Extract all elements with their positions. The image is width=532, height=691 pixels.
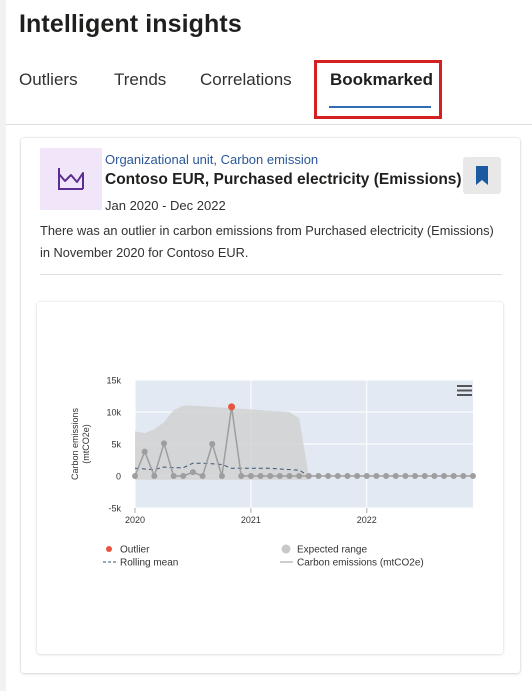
data-point[interactable] bbox=[286, 473, 293, 479]
data-point[interactable] bbox=[431, 473, 438, 479]
legend-outlier-marker bbox=[106, 546, 112, 552]
data-point[interactable] bbox=[363, 473, 370, 479]
data-point[interactable] bbox=[257, 473, 264, 479]
legend-outlier-label[interactable]: Outlier bbox=[120, 545, 150, 556]
tab-outliers[interactable]: Outliers bbox=[19, 70, 78, 90]
data-point[interactable] bbox=[141, 448, 148, 455]
data-point[interactable] bbox=[267, 473, 274, 479]
data-point[interactable] bbox=[450, 473, 457, 479]
card-title: Contoso EUR, Purchased electricity (Emis… bbox=[105, 171, 462, 188]
data-point[interactable] bbox=[132, 473, 138, 479]
data-point[interactable] bbox=[276, 473, 283, 479]
legend-expected-range-label[interactable]: Expected range bbox=[297, 545, 367, 556]
data-point[interactable] bbox=[189, 469, 196, 476]
data-point[interactable] bbox=[402, 473, 409, 479]
x-tick-label: 2022 bbox=[357, 515, 377, 525]
legend-expected-range-marker bbox=[281, 544, 291, 554]
data-point[interactable] bbox=[160, 440, 167, 447]
y-axis-label-line-2: (mtCO2e) bbox=[81, 424, 91, 464]
data-point[interactable] bbox=[334, 473, 341, 479]
data-point[interactable] bbox=[305, 473, 312, 479]
legend-emissions-label[interactable]: Carbon emissions (mtCO2e) bbox=[297, 558, 424, 569]
chart-container: 15k 10k 5k 0 -5k 2020 2021 2022 Carbon emissio… bbox=[37, 302, 503, 654]
data-point[interactable] bbox=[170, 473, 177, 479]
data-point[interactable] bbox=[460, 473, 467, 479]
y-tick-label: 15k bbox=[106, 376, 121, 386]
bookmark-filled-icon bbox=[476, 165, 488, 185]
data-point[interactable] bbox=[315, 473, 322, 479]
data-point[interactable] bbox=[383, 473, 390, 479]
x-tick-label: 2021 bbox=[241, 515, 261, 525]
outlier-point[interactable] bbox=[228, 403, 236, 411]
tab-bar: Outliers Trends Correlations Bookmarked bbox=[0, 58, 532, 120]
data-point[interactable] bbox=[412, 473, 419, 479]
y-axis-label: Carbon emissions(mtCO2e) bbox=[70, 407, 91, 480]
highlight-box bbox=[314, 60, 442, 119]
data-point[interactable] bbox=[421, 473, 428, 479]
data-point[interactable] bbox=[325, 473, 332, 479]
data-point[interactable] bbox=[470, 473, 476, 479]
data-point[interactable] bbox=[247, 473, 254, 479]
x-tick-label: 2020 bbox=[125, 515, 145, 525]
y-tick-label: 0 bbox=[116, 472, 121, 482]
data-point[interactable] bbox=[238, 473, 245, 479]
legend: Outlier Expected range Rolling mean Carb… bbox=[103, 544, 424, 569]
emissions-chart: 15k 10k 5k 0 -5k 2020 2021 2022 Carbon emissio… bbox=[70, 376, 476, 569]
data-point[interactable] bbox=[373, 473, 380, 479]
card-description: There was an outlier in carbon emissions… bbox=[40, 223, 494, 260]
y-tick-label: -5k bbox=[108, 504, 121, 514]
hamburger-menu-icon[interactable] bbox=[457, 385, 472, 396]
card-divider bbox=[40, 274, 502, 275]
tab-trends[interactable]: Trends bbox=[114, 70, 166, 90]
panel-title: Intelligent insights bbox=[19, 10, 242, 38]
insight-card: Organizational unit, Carbon emission Con… bbox=[21, 138, 520, 673]
legend-rolling-mean-label[interactable]: Rolling mean bbox=[120, 558, 178, 569]
bookmark-button[interactable] bbox=[463, 157, 501, 194]
data-point[interactable] bbox=[354, 473, 361, 479]
data-point[interactable] bbox=[180, 473, 187, 479]
data-point[interactable] bbox=[151, 473, 158, 479]
card-subtitle: Organizational unit, Carbon emission bbox=[105, 152, 319, 167]
data-point[interactable] bbox=[199, 473, 206, 479]
data-point[interactable] bbox=[218, 473, 225, 479]
y-tick-label: 5k bbox=[111, 440, 121, 450]
data-point[interactable] bbox=[209, 441, 216, 447]
tabs-divider bbox=[6, 124, 532, 125]
data-point[interactable] bbox=[441, 473, 448, 479]
y-tick-label: 10k bbox=[106, 408, 121, 418]
data-point[interactable] bbox=[392, 473, 399, 479]
area-chart-icon bbox=[40, 148, 102, 210]
card-date-range: Jan 2020 - Dec 2022 bbox=[105, 198, 226, 213]
y-axis-label-line-1: Carbon emissions bbox=[70, 407, 80, 480]
data-point[interactable] bbox=[296, 473, 303, 479]
tab-correlations[interactable]: Correlations bbox=[200, 70, 292, 90]
data-point[interactable] bbox=[344, 473, 351, 479]
